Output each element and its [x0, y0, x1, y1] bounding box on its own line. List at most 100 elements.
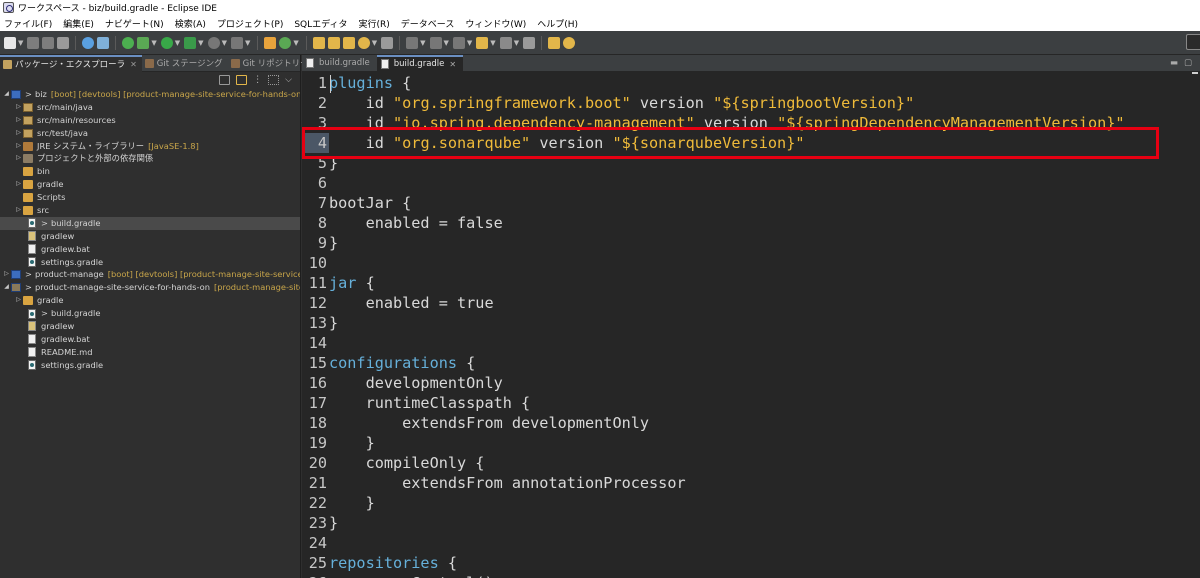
collapse-triangle-icon[interactable]: ▷ [2, 268, 11, 281]
collapse-triangle-icon[interactable]: ▷ [14, 114, 23, 127]
code-line[interactable]: 10 [302, 253, 1200, 273]
tree-item-scripts[interactable]: Scripts [0, 191, 300, 204]
tree-item-src-main-java[interactable]: ▷ src/main/java [0, 101, 300, 114]
tree-item-src[interactable]: ▷ src [0, 204, 300, 217]
collapse-triangle-icon[interactable]: ▷ [14, 178, 23, 191]
code-line[interactable]: 21 extendsFrom annotationProcessor [302, 473, 1200, 493]
code-line[interactable]: 13} [302, 313, 1200, 333]
menu-help[interactable]: ヘルプ(H) [537, 17, 578, 30]
code-editor[interactable]: 1 plugins {2 id "org.springframework.boot… [302, 72, 1200, 578]
code-line[interactable]: 25 repositories { [302, 553, 1200, 573]
code-line[interactable]: 2 id "org.springframework.boot" version … [302, 93, 1200, 113]
code-line[interactable]: 8 enabled = false [302, 213, 1200, 233]
previous-annotation-dropdown-icon[interactable]: ▼ [444, 39, 449, 47]
debug-icon[interactable] [137, 36, 150, 49]
collapse-triangle-icon[interactable]: ▷ [14, 204, 23, 217]
code-line[interactable]: 11 jar { [302, 273, 1200, 293]
search-icon[interactable] [357, 36, 370, 49]
menu-sql-editor[interactable]: SQLエディタ [294, 17, 347, 30]
tree-item-biz[interactable]: ◢ > biz [boot] [devtools] [product-manage-… [0, 88, 300, 101]
expand-triangle-icon[interactable]: ◢ [2, 281, 11, 294]
close-icon[interactable]: ✕ [449, 60, 456, 69]
code-line[interactable]: 15 configurations { [302, 353, 1200, 373]
settings-icon[interactable] [82, 36, 95, 49]
tab-package-explorer[interactable]: パッケージ・エクスプローラ ✕ [0, 54, 142, 72]
tree-item-product-manage-site-service[interactable]: ◢ > product-manage-site-service-for-hands… [0, 281, 300, 294]
tab-git-repositories[interactable]: Git リポジトリー [228, 55, 314, 72]
minimize-icon[interactable]: ▬ [1170, 58, 1178, 68]
back-arrow-icon[interactable] [476, 36, 489, 49]
chevron-down-icon[interactable]: ⌵ [285, 75, 292, 85]
new-java-package-icon[interactable] [264, 36, 277, 49]
forward-arrow-icon[interactable] [499, 36, 512, 49]
menu-project[interactable]: プロジェクト(P) [217, 17, 283, 30]
menu-edit[interactable]: 編集(E) [63, 17, 94, 30]
code-line[interactable]: 22 } [302, 493, 1200, 513]
tree-item-gradlew-bat[interactable]: gradlew.bat [0, 243, 300, 256]
code-line[interactable]: 26 mavenCentral() [302, 573, 1200, 578]
new-dropdown-icon[interactable]: ▼ [18, 39, 23, 47]
tree-item-gradlew[interactable]: gradlew [0, 230, 300, 243]
save-icon[interactable] [27, 36, 40, 49]
menu-window[interactable]: ウィンドウ(W) [465, 17, 526, 30]
close-icon[interactable]: ✕ [130, 60, 137, 69]
filter-icon[interactable] [268, 75, 280, 85]
print-icon[interactable] [57, 36, 70, 49]
editor-tab-build-gradle[interactable]: build.gradle [302, 55, 377, 72]
open-task-icon[interactable] [327, 36, 340, 49]
last-edit-dropdown-icon[interactable]: ▼ [467, 39, 472, 47]
tree-item-gradlew[interactable]: gradlew [0, 320, 300, 333]
open-type-icon[interactable] [312, 36, 325, 49]
search-dropdown-icon[interactable]: ▼ [372, 39, 377, 47]
next-annotation-dropdown-icon[interactable]: ▼ [420, 39, 425, 47]
link-with-editor-icon[interactable] [236, 75, 248, 85]
code-line[interactable]: 16 developmentOnly [302, 373, 1200, 393]
collapse-all-icon[interactable] [219, 75, 231, 85]
tree-item-build-gradle[interactable]: > build.gradle [0, 307, 300, 320]
new-icon[interactable] [4, 36, 16, 49]
menu-navigate[interactable]: ナビゲート(N) [105, 17, 164, 30]
tree-item-readme[interactable]: README.md [0, 346, 300, 359]
run-icon[interactable] [160, 36, 173, 49]
tree-item-gradle[interactable]: ▷ gradle [0, 178, 300, 191]
tree-item-settings-gradle[interactable]: settings.gradle [0, 256, 300, 269]
external-tools-icon[interactable] [207, 36, 220, 49]
toggle-mark-icon[interactable] [381, 36, 394, 49]
code-line[interactable]: 19 } [302, 433, 1200, 453]
new-java-class-dropdown-icon[interactable]: ▼ [293, 39, 298, 47]
tree-item-bin[interactable]: bin [0, 165, 300, 178]
code-line[interactable]: 3 id "io.spring.dependency-management" v… [302, 113, 1200, 133]
tree-item-src-main-resources[interactable]: ▷ src/main/resources [0, 114, 300, 127]
menu-file[interactable]: ファイル(F) [4, 17, 52, 30]
skip-breakpoints-icon[interactable] [97, 36, 110, 49]
code-line[interactable]: 4 id "org.sonarqube" version "${sonarqub… [302, 133, 1200, 153]
mark-occurrences-icon[interactable] [548, 36, 561, 49]
tree-item-settings-gradle[interactable]: settings.gradle [0, 359, 300, 372]
tab-git-staging[interactable]: Git ステージング [142, 55, 228, 72]
menu-database[interactable]: データベース [401, 17, 455, 30]
collapse-triangle-icon[interactable]: ▷ [14, 294, 23, 307]
editor-tab-build-gradle-active[interactable]: build.gradle ✕ [376, 54, 464, 72]
code-line[interactable]: 6 [302, 173, 1200, 193]
collapse-triangle-icon[interactable]: ▷ [14, 127, 23, 140]
next-annotation-icon[interactable] [406, 36, 419, 49]
save-all-icon[interactable] [42, 36, 55, 49]
run-dropdown-icon[interactable]: ▼ [175, 39, 180, 47]
tree-item-gradle[interactable]: ▷ gradle [0, 294, 300, 307]
tree-item-product-manage[interactable]: ▷ > product-manage [boot] [devtools] [prod… [0, 268, 300, 281]
menu-search[interactable]: 検索(A) [175, 17, 206, 30]
last-edit-location-icon[interactable] [452, 36, 465, 49]
deploy-icon[interactable] [230, 36, 243, 49]
pin-editor-icon[interactable] [523, 36, 536, 49]
open-resource-icon[interactable] [342, 36, 355, 49]
tree-item-src-test-java[interactable]: ▷ src/test/java [0, 127, 300, 140]
collapse-triangle-icon[interactable]: ▷ [14, 152, 23, 165]
code-line[interactable]: 18 extendsFrom developmentOnly [302, 413, 1200, 433]
new-java-class-icon[interactable] [279, 36, 292, 49]
code-line[interactable]: 23} [302, 513, 1200, 533]
code-line[interactable]: 1 plugins { [302, 73, 1200, 93]
view-menu-icon[interactable]: ⋮ [253, 75, 262, 85]
code-line[interactable]: 14 [302, 333, 1200, 353]
debug-dropdown-icon[interactable]: ▼ [151, 39, 156, 47]
tree-item-jre-library[interactable]: ▷ JRE システム・ライブラリー [JavaSE-1.8] [0, 140, 300, 153]
